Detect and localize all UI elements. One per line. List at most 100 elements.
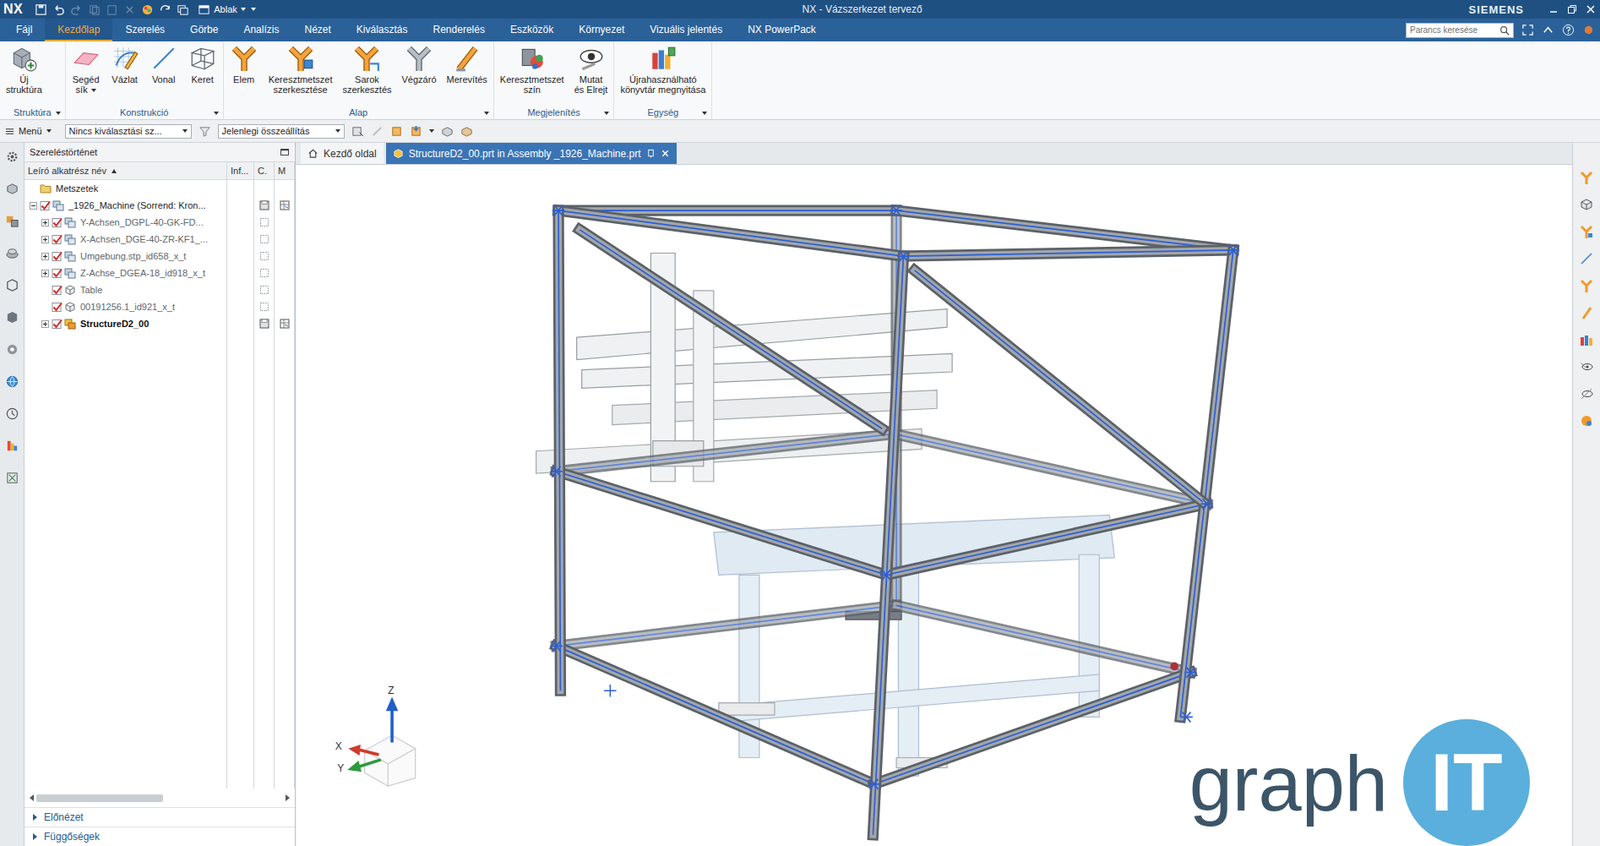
tree-row[interactable]: StructureD2_00 (24, 315, 295, 332)
tree-row[interactable]: Y-Achsen_DGPL-40-GK-FD... (24, 213, 295, 231)
column-header[interactable]: Leíró alkatrész név (24, 162, 228, 180)
settings-icon[interactable] (5, 149, 20, 164)
repeat-command-icon[interactable] (158, 3, 172, 17)
role-icon[interactable] (5, 470, 20, 485)
visibility-checkbox[interactable] (51, 234, 63, 245)
ribbon-tab[interactable]: Eszközök (497, 18, 566, 42)
expander-icon[interactable] (29, 201, 38, 210)
visibility-checkbox[interactable] (51, 217, 63, 229)
tree-row[interactable]: Z-Achse_DGEA-18_id918_x_t (24, 264, 295, 282)
structure-icon[interactable] (1578, 196, 1595, 213)
expander-icon[interactable] (41, 252, 49, 261)
filter-icon[interactable] (198, 125, 212, 138)
expander-icon[interactable] (41, 320, 49, 328)
ribbon-command[interactable]: Újrahasználható könyvtár megnyitása (615, 43, 710, 95)
ribbon-command[interactable]: Új struktúra (1, 43, 47, 95)
visibility-checkbox[interactable] (39, 200, 51, 212)
navigator-subpanel[interactable]: Előnézet (24, 806, 295, 827)
group-menu-arrow-icon[interactable] (604, 111, 610, 115)
ribbon-tab[interactable]: Kiválasztás (343, 18, 421, 42)
command-search-field[interactable]: Parancs keresése (1405, 22, 1514, 39)
group-menu-arrow-icon[interactable] (484, 111, 490, 115)
navigator-subpanel[interactable]: Függőségek (24, 826, 295, 846)
tree-row[interactable]: X-Achsen_DGE-40-ZR-KF1_... (24, 230, 295, 248)
tree-row[interactable]: _1926_Machine (Sorrend: Kron... (24, 196, 295, 214)
reuse-library-icon[interactable] (5, 277, 20, 293)
ribbon-tab[interactable]: Fájl (3, 18, 45, 42)
scroll-right-icon[interactable] (285, 794, 290, 801)
help-icon[interactable] (1561, 23, 1575, 37)
column-header[interactable]: Inf... (227, 162, 255, 180)
ribbon-tab[interactable]: Környezet (565, 18, 637, 42)
render-style-icon[interactable] (141, 3, 154, 17)
customize-arrow-icon[interactable] (250, 7, 256, 11)
color-icon[interactable] (1578, 413, 1595, 429)
column-header[interactable]: C. (254, 162, 275, 180)
globe-icon[interactable] (5, 374, 20, 389)
library-icon[interactable] (1578, 331, 1595, 348)
structure-members[interactable] (556, 210, 1234, 835)
ribbon-tab[interactable]: Kezdőlap (44, 18, 113, 42)
palette-icon[interactable] (5, 438, 20, 453)
horizontal-scrollbar[interactable] (29, 791, 290, 804)
ribbon-command[interactable]: Keresztmetszet szín (495, 43, 569, 95)
frame-model[interactable]: ZXY (295, 164, 1573, 846)
ribbon-tab[interactable]: Nézet (291, 18, 343, 42)
brace-icon[interactable] (1578, 304, 1595, 321)
ribbon-tab[interactable]: Renderelés (420, 18, 498, 42)
group-menu-arrow-icon[interactable] (213, 111, 219, 115)
history-icon[interactable] (5, 406, 20, 421)
body-filter-icon[interactable] (460, 125, 474, 138)
hd3d-icon[interactable] (5, 310, 20, 325)
constraint-navigator-icon[interactable] (5, 245, 20, 261)
ribbon-command[interactable]: Elem (225, 43, 263, 85)
close-tab-icon[interactable] (660, 148, 670, 158)
tree-row[interactable]: Metszetek (24, 179, 295, 197)
dropdown-arrow-icon[interactable] (429, 129, 435, 133)
collapse-ribbon-icon[interactable] (1541, 23, 1555, 37)
visibility-checkbox[interactable] (51, 267, 63, 279)
maximize-icon[interactable] (279, 146, 290, 158)
save-icon[interactable] (34, 3, 48, 17)
expander-icon[interactable] (41, 269, 49, 278)
expander-icon[interactable] (41, 218, 49, 227)
window-menu[interactable]: Ablak (197, 3, 246, 17)
part-navigator-icon[interactable] (5, 181, 20, 196)
ribbon-command[interactable]: Vázlat (106, 43, 144, 85)
ribbon-tab[interactable]: Görbe (177, 18, 231, 42)
expander-icon[interactable] (41, 235, 49, 244)
selection-filter-dropdown[interactable]: Jelenlegi összeállítás (217, 124, 345, 139)
ribbon-tab[interactable]: NX PowerPack (734, 18, 829, 42)
visibility-checkbox[interactable] (51, 301, 63, 313)
undo-icon[interactable] (52, 3, 66, 17)
line-icon[interactable] (1578, 250, 1595, 267)
node-markers[interactable] (549, 205, 1240, 790)
ribbon-command[interactable]: Keresztmetszet szerkesztése (264, 43, 338, 95)
ribbon-command[interactable]: Végzáró (397, 43, 441, 85)
column-header[interactable]: M (274, 162, 295, 180)
model-canvas[interactable]: ZXYgraphIT (295, 164, 1573, 846)
tree-row[interactable]: Umgebung.stp_id658_x_t (24, 247, 295, 265)
hide-icon[interactable] (1578, 386, 1595, 402)
group-menu-arrow-icon[interactable] (702, 111, 708, 115)
dropdown-arrow-icon[interactable] (91, 88, 97, 93)
visibility-checkbox[interactable] (51, 250, 63, 262)
pin-icon[interactable] (646, 148, 656, 158)
selection-filter-dropdown[interactable]: Nincs kiválasztási sz... (65, 124, 192, 139)
show-icon[interactable] (1578, 359, 1595, 375)
section-icon[interactable] (1578, 223, 1595, 240)
close-icon[interactable] (1584, 3, 1597, 16)
pick-icon[interactable] (390, 125, 403, 138)
ribbon-tab[interactable]: Vizuális jelentés (636, 18, 735, 42)
ribbon-command[interactable]: Merevítés (442, 43, 492, 85)
ribbon-command[interactable]: Segéd sík (67, 43, 105, 95)
web-browser-icon[interactable] (5, 342, 20, 357)
member-icon[interactable] (1578, 169, 1595, 186)
add-icon[interactable] (409, 125, 423, 138)
assembly-navigator-icon[interactable] (5, 213, 20, 229)
tree-row[interactable]: 00191256.1_id921_x_t (24, 298, 295, 316)
tree-row[interactable]: Table (24, 281, 295, 299)
corner-icon[interactable] (1578, 277, 1595, 294)
restore-icon[interactable] (1566, 3, 1579, 16)
document-tab[interactable]: Kezdő oldal (300, 142, 384, 164)
